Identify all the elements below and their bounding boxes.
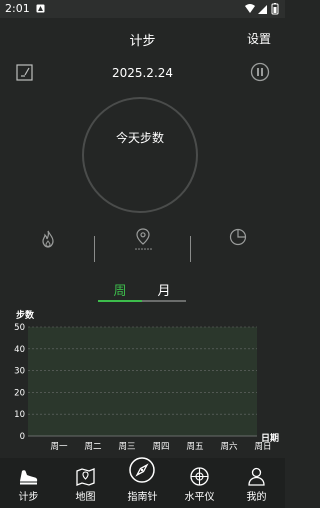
nav-label-steps: 计步: [18, 492, 39, 503]
bottom-nav: 计步 地图 指南针 水平仪 我的: [0, 457, 285, 508]
system-status-icons: [245, 3, 279, 15]
tab-month[interactable]: 月: [142, 280, 186, 299]
tab-month-indicator: [142, 300, 186, 302]
step-counter-screen: 2:01 计步 设置 2025.2.24 今天步数 周 月 步数 0 10 20…: [0, 0, 285, 508]
flame-icon: [42, 230, 54, 248]
level-icon: [190, 467, 209, 486]
stats-divider: [94, 236, 95, 262]
nav-item-compass[interactable]: 指南针: [114, 457, 171, 508]
chart-x-tick-label: 周二: [84, 442, 102, 452]
chart-x-tick-label: 周六: [220, 441, 238, 452]
nav-item-profile[interactable]: 我的: [228, 458, 285, 508]
chart-y-ticks: 0 10 20 30 40 50: [14, 323, 25, 442]
period-tabs: 周 月: [98, 280, 186, 304]
today-steps-label: 今天步数: [115, 131, 164, 145]
chart-y-tick-label: 20: [14, 388, 25, 398]
tab-week[interactable]: 周: [98, 280, 142, 299]
location-pin-icon: [136, 228, 150, 245]
chart-y-tick-label: 0: [20, 432, 25, 442]
nav-item-steps[interactable]: 计步: [0, 458, 57, 508]
settings-button[interactable]: 设置: [247, 30, 271, 47]
wifi-icon: [245, 4, 255, 13]
chart-x-tick-label: 周三: [118, 442, 135, 452]
chart-y-axis-label: 步数: [16, 309, 35, 321]
nav-label-level: 水平仪: [184, 492, 215, 503]
pause-icon[interactable]: [250, 62, 270, 82]
current-date: 2025.2.24: [111, 66, 174, 80]
nav-label-compass: 指南针: [127, 492, 158, 503]
weekly-steps-chart: 步数 01020304050 周一 周二 周三 周四 周五 周六 周日 日期: [14, 309, 279, 452]
stats-divider: [190, 236, 191, 262]
nav-label-map: 地图: [75, 492, 96, 503]
shoe-icon: [20, 470, 38, 485]
page-title: 计步: [129, 34, 156, 49]
tab-week-indicator: [98, 300, 142, 302]
distance-dots: [135, 248, 152, 250]
chart-y-tick-label: 50: [14, 323, 25, 333]
nav-label-profile: 我的: [246, 492, 267, 503]
chart-y-tick-label: 30: [14, 367, 25, 377]
chart-x-tick-label: 周五: [186, 442, 204, 452]
chart-y-tick-label: 10: [14, 410, 25, 420]
nav-item-level[interactable]: 水平仪: [171, 458, 228, 508]
status-time: 2:01: [5, 2, 30, 15]
person-icon: [248, 467, 265, 486]
map-icon: [76, 468, 95, 486]
chart-x-tick-label: 周四: [152, 442, 169, 452]
battery-icon: [271, 3, 279, 15]
chart-x-tick-label: 周一: [50, 442, 68, 452]
chart-plot-area: [28, 327, 257, 436]
nav-item-map[interactable]: 地图: [57, 458, 114, 508]
chart-y-tick-label: 40: [14, 345, 25, 355]
compass-icon: [129, 457, 155, 483]
signal-icon: [258, 5, 267, 14]
chart-x-ticks: 周一 周二 周三 周四 周五 周六 周日: [50, 441, 271, 452]
pie-chart-icon: [229, 228, 247, 246]
notification-icon: [36, 4, 45, 13]
status-bar: 2:01: [0, 0, 285, 18]
chart-x-axis-label: 日期: [261, 432, 279, 444]
step-count-circle: 今天步数: [82, 97, 198, 213]
